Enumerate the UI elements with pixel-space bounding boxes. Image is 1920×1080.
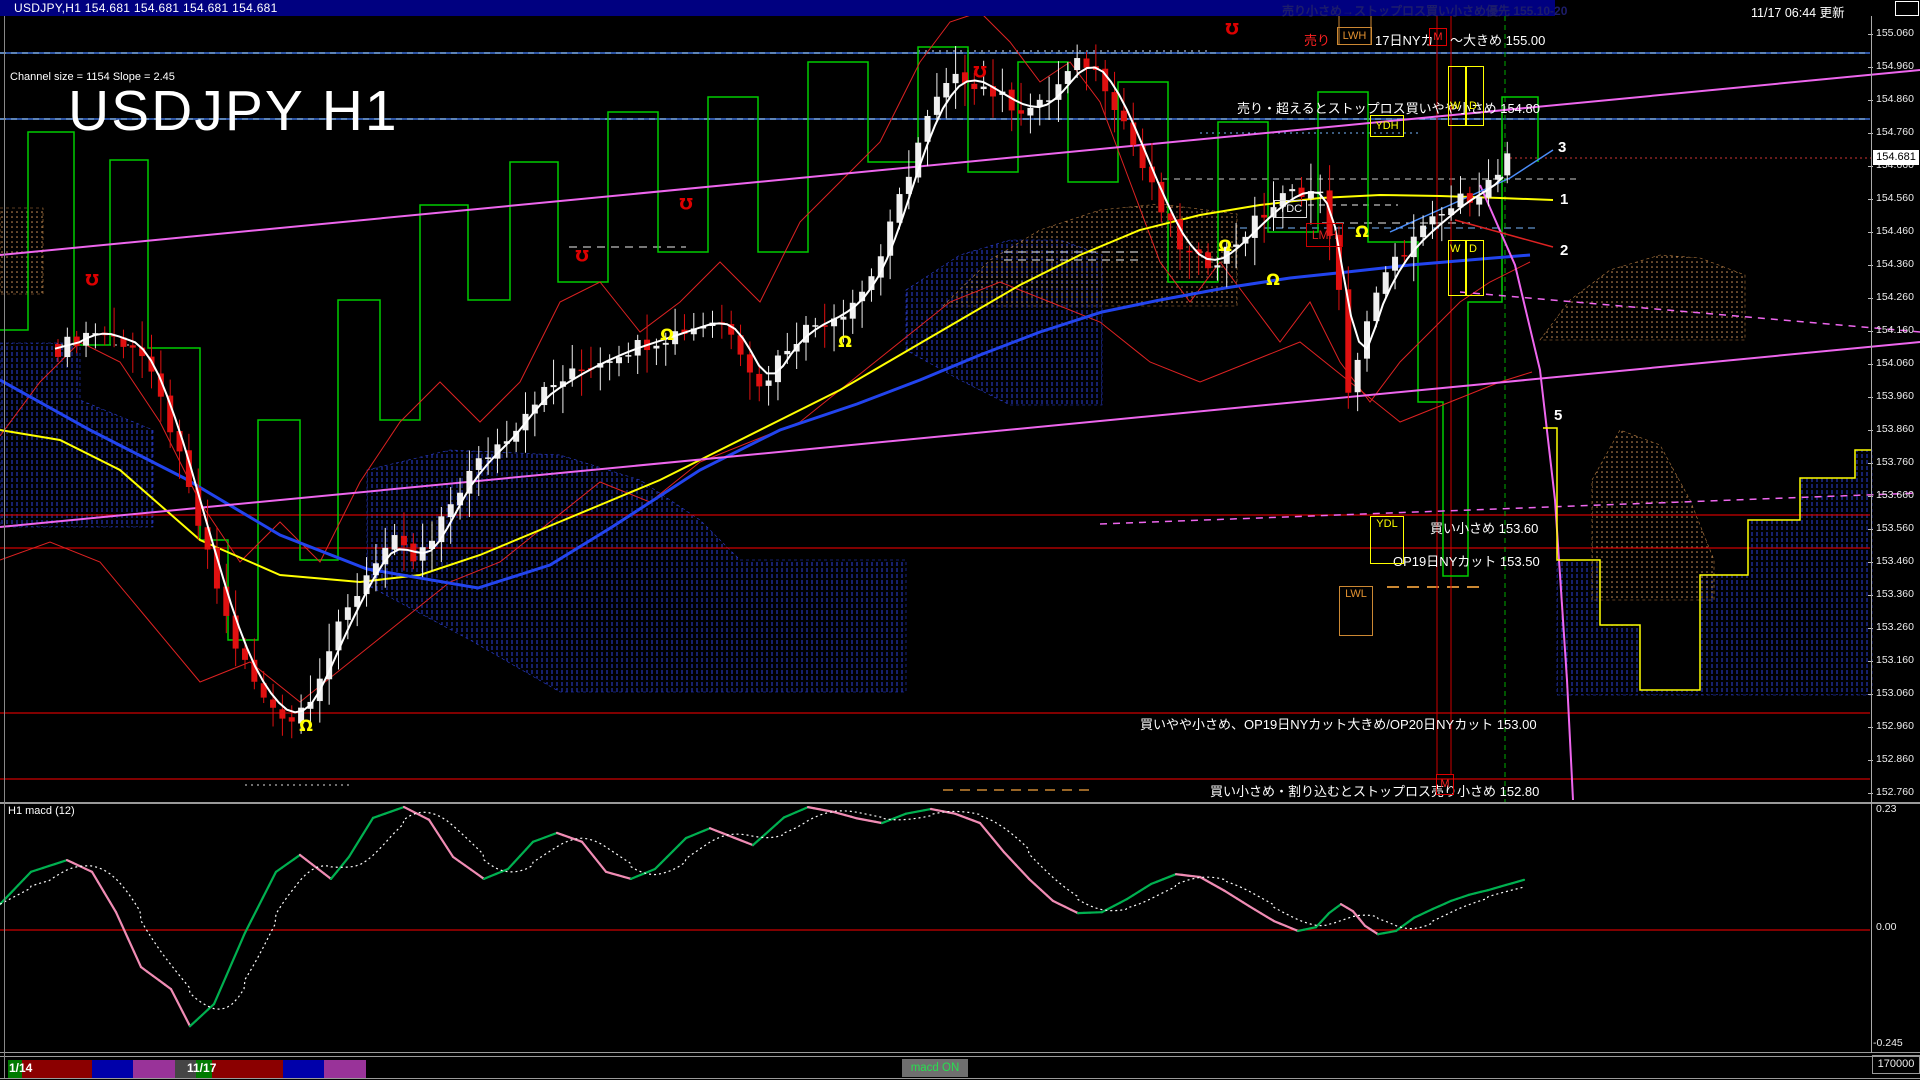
price-tick-label: 154.060 xyxy=(1876,357,1914,369)
label-box-m-bottom: M xyxy=(1436,774,1454,795)
price-tick-label: 153.560 xyxy=(1876,522,1914,534)
price-tick-label: 154.360 xyxy=(1876,258,1914,270)
price-tick-label: 154.260 xyxy=(1876,291,1914,303)
label-box-ydh: YDH xyxy=(1370,115,1404,137)
label-box-lmh: LMH xyxy=(1306,223,1343,247)
price-tick-label: 153.860 xyxy=(1876,423,1914,435)
timeline-segment xyxy=(22,1060,92,1078)
volume-box: 170000 xyxy=(1872,1055,1920,1074)
price-tick-label: 153.060 xyxy=(1876,687,1914,699)
channel-info-label: Channel size = 1154 Slope = 2.45 xyxy=(10,71,175,83)
price-tick-label: 154.960 xyxy=(1876,60,1914,72)
price-tick-label: 152.960 xyxy=(1876,720,1914,732)
price-tick-label: 154.860 xyxy=(1876,93,1914,105)
trading-app-window: Ω Ω Ω Ω Ω Ω Ω Ω Ω Ω Ω USDJPY,H1 154.681 154.681 15… xyxy=(0,0,1920,1080)
axis-border xyxy=(1871,16,1872,1053)
projection-number-3: 3 xyxy=(1558,139,1567,156)
projection-number-2: 2 xyxy=(1560,242,1569,259)
timeline-date-1: 1/14 xyxy=(9,1061,33,1075)
symbol-info: USDJPY,H1 154.681 154.681 154.681 154.68… xyxy=(14,1,278,15)
window-bottom-edge xyxy=(0,1078,1920,1079)
svg-text:Ω: Ω xyxy=(575,246,589,265)
timeline-segment xyxy=(212,1060,283,1078)
projection-number-5: 5 xyxy=(1554,407,1563,424)
current-price-box: 154.681 xyxy=(1873,150,1919,165)
price-tick-label: 153.960 xyxy=(1876,390,1914,402)
price-tick-label: 154.760 xyxy=(1876,126,1914,138)
price-tick-label: 152.760 xyxy=(1876,786,1914,798)
session-w-label-upper: W xyxy=(1450,100,1461,112)
chart-canvas: Ω Ω Ω Ω Ω Ω Ω Ω Ω Ω Ω xyxy=(0,0,1920,1028)
svg-text:Ω: Ω xyxy=(1355,222,1369,241)
svg-text:Ω: Ω xyxy=(679,194,693,213)
projection-number-1: 1 xyxy=(1560,191,1569,208)
label-box-ydc: YDC xyxy=(1274,200,1307,218)
corner-button[interactable] xyxy=(1895,1,1919,16)
annotation-153-00: 買いやや小さめ、OP19日NYカット大きめ/OP20日NYカット 153.00 xyxy=(1140,717,1537,732)
price-tick-label: 154.160 xyxy=(1876,324,1914,336)
macd-scale-zero: 0.00 xyxy=(1876,921,1897,933)
timeline-segment xyxy=(133,1060,175,1078)
price-tick-label: 153.760 xyxy=(1876,456,1914,468)
price-tick-label: 153.660 xyxy=(1876,489,1914,501)
macd-scale-top: 0.23 xyxy=(1876,803,1897,815)
annotation-152-80: 買い小さめ・割り込むとストップロス売り小さめ 152.80 xyxy=(1210,784,1540,799)
chart-watermark: USDJPY H1 xyxy=(68,79,399,143)
svg-text:Ω: Ω xyxy=(838,332,852,351)
timeline-segment xyxy=(324,1060,366,1078)
annotation-155-suffix: ～大きめ 155.00 xyxy=(1450,33,1546,48)
label-box-lwl: LWL xyxy=(1339,586,1373,636)
pane-left-border xyxy=(4,16,5,1078)
titlebar-trade-note: 売り小さめ→ストップロス買い小さめ優先 155.10-20 xyxy=(1282,4,1568,18)
sell-label: 売り xyxy=(1304,33,1331,48)
macd-on-button[interactable]: macd ON xyxy=(902,1059,968,1077)
svg-text:Ω: Ω xyxy=(1218,236,1232,255)
price-tick-label: 153.360 xyxy=(1876,588,1914,600)
pane-separator-bottom-2 xyxy=(0,1056,1920,1057)
price-tick-label: 154.460 xyxy=(1876,225,1914,237)
svg-text:Ω: Ω xyxy=(1266,270,1280,289)
price-tick-label: 154.560 xyxy=(1876,192,1914,204)
annotation-153-60: 買い小さめ 153.60 xyxy=(1430,521,1539,536)
svg-text:Ω: Ω xyxy=(85,270,99,289)
label-box-lwh: LWH xyxy=(1337,27,1372,45)
timeline-date-2: 11/17 xyxy=(187,1061,217,1075)
price-tick-label: 155.060 xyxy=(1876,27,1914,39)
macd-scale-bottom: -0.245 xyxy=(1873,1037,1903,1049)
timeline-segment xyxy=(283,1060,324,1078)
pane-separator-bottom-1 xyxy=(0,1052,1920,1053)
svg-text:Ω: Ω xyxy=(299,716,313,735)
timeline-segment xyxy=(92,1060,133,1078)
session-box-w-upper xyxy=(1448,66,1466,126)
session-box-d-upper xyxy=(1466,66,1484,126)
session-w-label-lower: W xyxy=(1450,243,1461,255)
svg-text:Ω: Ω xyxy=(973,62,987,81)
price-tick-label: 152.860 xyxy=(1876,753,1914,765)
price-tick-label: 153.160 xyxy=(1876,654,1914,666)
session-d-label-lower: D xyxy=(1469,243,1477,255)
svg-text:Ω: Ω xyxy=(1225,19,1239,38)
pane-separator-macd[interactable] xyxy=(0,802,1920,804)
session-d-label-upper: D xyxy=(1469,100,1477,112)
macd-indicator-label: H1 macd (12) xyxy=(8,805,75,817)
annotation-155-mid: 17日NYカ xyxy=(1375,33,1434,48)
svg-text:Ω: Ω xyxy=(660,325,674,344)
price-tick-label: 153.460 xyxy=(1876,555,1914,567)
annotation-153-50: OP19日NYカット 153.50 xyxy=(1393,554,1540,569)
label-box-ydl: YDL xyxy=(1370,516,1404,564)
price-tick-label: 153.260 xyxy=(1876,621,1914,633)
label-box-m-top: M xyxy=(1429,28,1447,46)
last-updated-timestamp: 11/17 06:44 更新 xyxy=(1751,6,1845,20)
